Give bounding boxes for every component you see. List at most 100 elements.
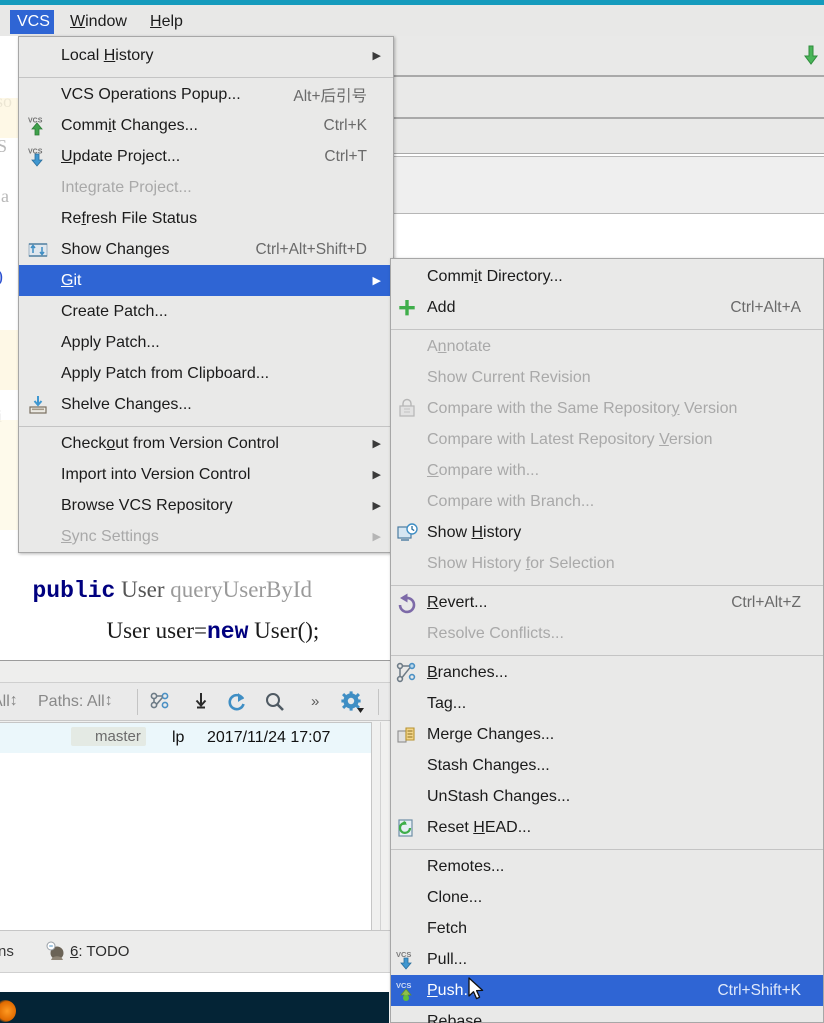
- git-menu-item-show-history[interactable]: Show History: [391, 517, 823, 548]
- git-menu-item-unstash-changes[interactable]: UnStash Changes...: [391, 781, 823, 812]
- settings-gear-icon[interactable]: [340, 691, 364, 713]
- go-to-hash-icon[interactable]: [192, 692, 210, 712]
- screen: so S ;a ) i VCS Window Help public User …: [0, 0, 824, 1023]
- vcs-label: Checkout from Version Control: [61, 434, 279, 452]
- editor-highlight-strip-3: [0, 420, 18, 530]
- svg-text:VCS: VCS: [28, 117, 43, 124]
- filter-branch[interactable]: All↕: [0, 692, 19, 711]
- git-menu-item-revert[interactable]: Revert... Ctrl+Alt+Z: [391, 587, 823, 618]
- vcs-menu-item-integrate-project: Integrate Project...: [19, 172, 393, 203]
- git-label: Pull...: [427, 950, 468, 968]
- git-menu-item-merge-changes[interactable]: Merge Changes...: [391, 719, 823, 750]
- commit-date: 2017/11/24 17:07: [207, 729, 331, 746]
- vcs-menu-item-browse-vcs-repository[interactable]: Browse VCS Repository ▶: [19, 490, 393, 521]
- git-menu-item-commit-directory[interactable]: Commit Directory...: [391, 261, 823, 292]
- vcs-accelerator: Ctrl+K: [323, 116, 368, 134]
- toolwindow-tab-strip: [0, 661, 392, 683]
- git-label: Compare with Latest Repository Version: [427, 430, 713, 448]
- menubar-item-vcs[interactable]: VCS: [10, 10, 54, 34]
- search-icon[interactable]: [264, 692, 286, 712]
- status-todo[interactable]: 6: TODO: [70, 943, 129, 960]
- start-orb-icon[interactable]: [0, 1000, 16, 1022]
- git-label: Fetch: [427, 919, 468, 937]
- git-menu-item-branches[interactable]: Branches...: [391, 657, 823, 688]
- menubar-item-window[interactable]: Window: [63, 10, 134, 34]
- vcs-log-toolwindow: All↕ Paths: All↕: [0, 660, 392, 931]
- git-label: Add: [427, 298, 456, 316]
- branch-chip: master: [71, 727, 146, 746]
- expand-more-icon[interactable]: »: [311, 693, 319, 710]
- vcs-menu-item-refresh-file-status[interactable]: Refresh File Status: [19, 203, 393, 234]
- menu-divider: [391, 655, 823, 656]
- branches-icon: [396, 662, 416, 682]
- git-menu-item-annotate: Annotate: [391, 331, 823, 362]
- git-label: Reset HEAD...: [427, 818, 532, 836]
- vcs-menu-item-checkout-from-version-control[interactable]: Checkout from Version Control ▶: [19, 428, 393, 459]
- vcs-menu-item-shelve-changes[interactable]: Shelve Changes...: [19, 389, 393, 420]
- vcs-label: Shelve Changes...: [61, 395, 192, 413]
- vcs-menu-item-apply-patch-from-clipboard[interactable]: Apply Patch from Clipboard...: [19, 358, 393, 389]
- log-split-divider: [380, 722, 381, 931]
- vcs-accelerator: Ctrl+T: [324, 147, 367, 165]
- vcs-menu-item-git[interactable]: Git ▶: [19, 265, 393, 296]
- menu-bar: VCS Window Help: [0, 5, 824, 36]
- editor-highlight-strip-1: [0, 98, 18, 138]
- git-menu-item-add[interactable]: Add Ctrl+Alt+A: [391, 292, 823, 323]
- git-menu-item-stash-changes[interactable]: Stash Changes...: [391, 750, 823, 781]
- chevron-right-icon: ▶: [372, 531, 381, 543]
- vcs-log-toolbar: All↕ Paths: All↕: [0, 683, 392, 721]
- compare-icon: [399, 398, 415, 417]
- git-label: Compare with Branch...: [427, 492, 595, 510]
- toolbar-separator: [137, 689, 138, 715]
- vcs-menu-item-apply-patch[interactable]: Apply Patch...: [19, 327, 393, 358]
- git-menu-item-clone[interactable]: Clone...: [391, 882, 823, 913]
- branch-graph-icon[interactable]: [150, 692, 172, 712]
- commit-author: lp: [172, 729, 185, 746]
- git-label: Show Current Revision: [427, 368, 591, 386]
- menubar-item-help[interactable]: Help: [143, 10, 190, 34]
- editor-highlight-strip-2: [0, 330, 18, 390]
- git-menu-item-reset-head[interactable]: Reset HEAD...: [391, 812, 823, 843]
- vcs-menu-item-update-project[interactable]: VCS Update Project... Ctrl+T: [19, 141, 393, 172]
- vcs-label: Show Changes: [61, 240, 170, 258]
- table-row[interactable]: master lp 2017/11/24 17:07: [0, 723, 371, 753]
- toolwindow-header-strip: [393, 36, 824, 76]
- vcs-menu-item-show-changes[interactable]: Show Changes Ctrl+Alt+Shift+D: [19, 234, 393, 265]
- git-menu-item-rebase[interactable]: Rebase...: [391, 1006, 823, 1023]
- shelve-icon: [29, 395, 47, 414]
- git-menu-item-remotes[interactable]: Remotes...: [391, 851, 823, 882]
- vcs-accelerator: Ctrl+Alt+Shift+D: [255, 240, 367, 258]
- refresh-icon[interactable]: [226, 691, 248, 713]
- vcs-accelerator: Alt+后引号: [293, 87, 367, 105]
- git-submenu: Commit Directory... Add Ctrl+Alt+A Annotate…: [390, 258, 824, 1023]
- git-menu-item-pull[interactable]: VCS Pull...: [391, 944, 823, 975]
- vcs-update-icon: VCS: [28, 148, 43, 167]
- menu-divider: [19, 426, 393, 427]
- menubar-item-window-label: W: [70, 13, 86, 30]
- git-label: Commit Directory...: [427, 267, 563, 285]
- filter-paths[interactable]: Paths: All↕: [38, 692, 114, 711]
- git-menu-item-show-history-for-selection: Show History for Selection: [391, 548, 823, 579]
- toolbar-separator-2: [378, 689, 379, 715]
- git-menu-item-push[interactable]: VCS Push... Ctrl+Shift+K: [391, 975, 823, 1006]
- vcs-label: Commit Changes...: [61, 116, 198, 134]
- git-menu-item-fetch[interactable]: Fetch: [391, 913, 823, 944]
- vcs-menu-item-import-into-version-control[interactable]: Import into Version Control ▶: [19, 459, 393, 490]
- status-bar: ns 6: TODO: [0, 930, 392, 972]
- git-menu-item-tag[interactable]: Tag...: [391, 688, 823, 719]
- vcs-menu-item-vcs-operations-popup[interactable]: VCS Operations Popup... Alt+后引号: [19, 79, 393, 110]
- vcs-menu-item-create-patch[interactable]: Create Patch...: [19, 296, 393, 327]
- svg-text:VCS: VCS: [396, 981, 411, 990]
- vcs-menu-item-local-history[interactable]: Local History ▶: [19, 40, 393, 71]
- toolwindow-subheader-strip: [393, 118, 824, 154]
- git-menu-item-resolve-conflicts: Resolve Conflicts...: [391, 618, 823, 649]
- status-left-fragment: ns: [0, 943, 14, 960]
- toolwindow-toolbar-strip: [393, 76, 824, 118]
- git-menu-item-compare-with-the-same-repository-version: Compare with the Same Repository Version: [391, 393, 823, 424]
- vcs-label: Apply Patch...: [61, 333, 160, 351]
- vcs-menu-item-commit-changes[interactable]: VCS Commit Changes... Ctrl+K: [19, 110, 393, 141]
- chevron-right-icon: ▶: [372, 500, 381, 512]
- mouse-cursor: [468, 977, 484, 1000]
- menu-divider: [391, 849, 823, 850]
- vcs-label: Apply Patch from Clipboard...: [61, 364, 270, 382]
